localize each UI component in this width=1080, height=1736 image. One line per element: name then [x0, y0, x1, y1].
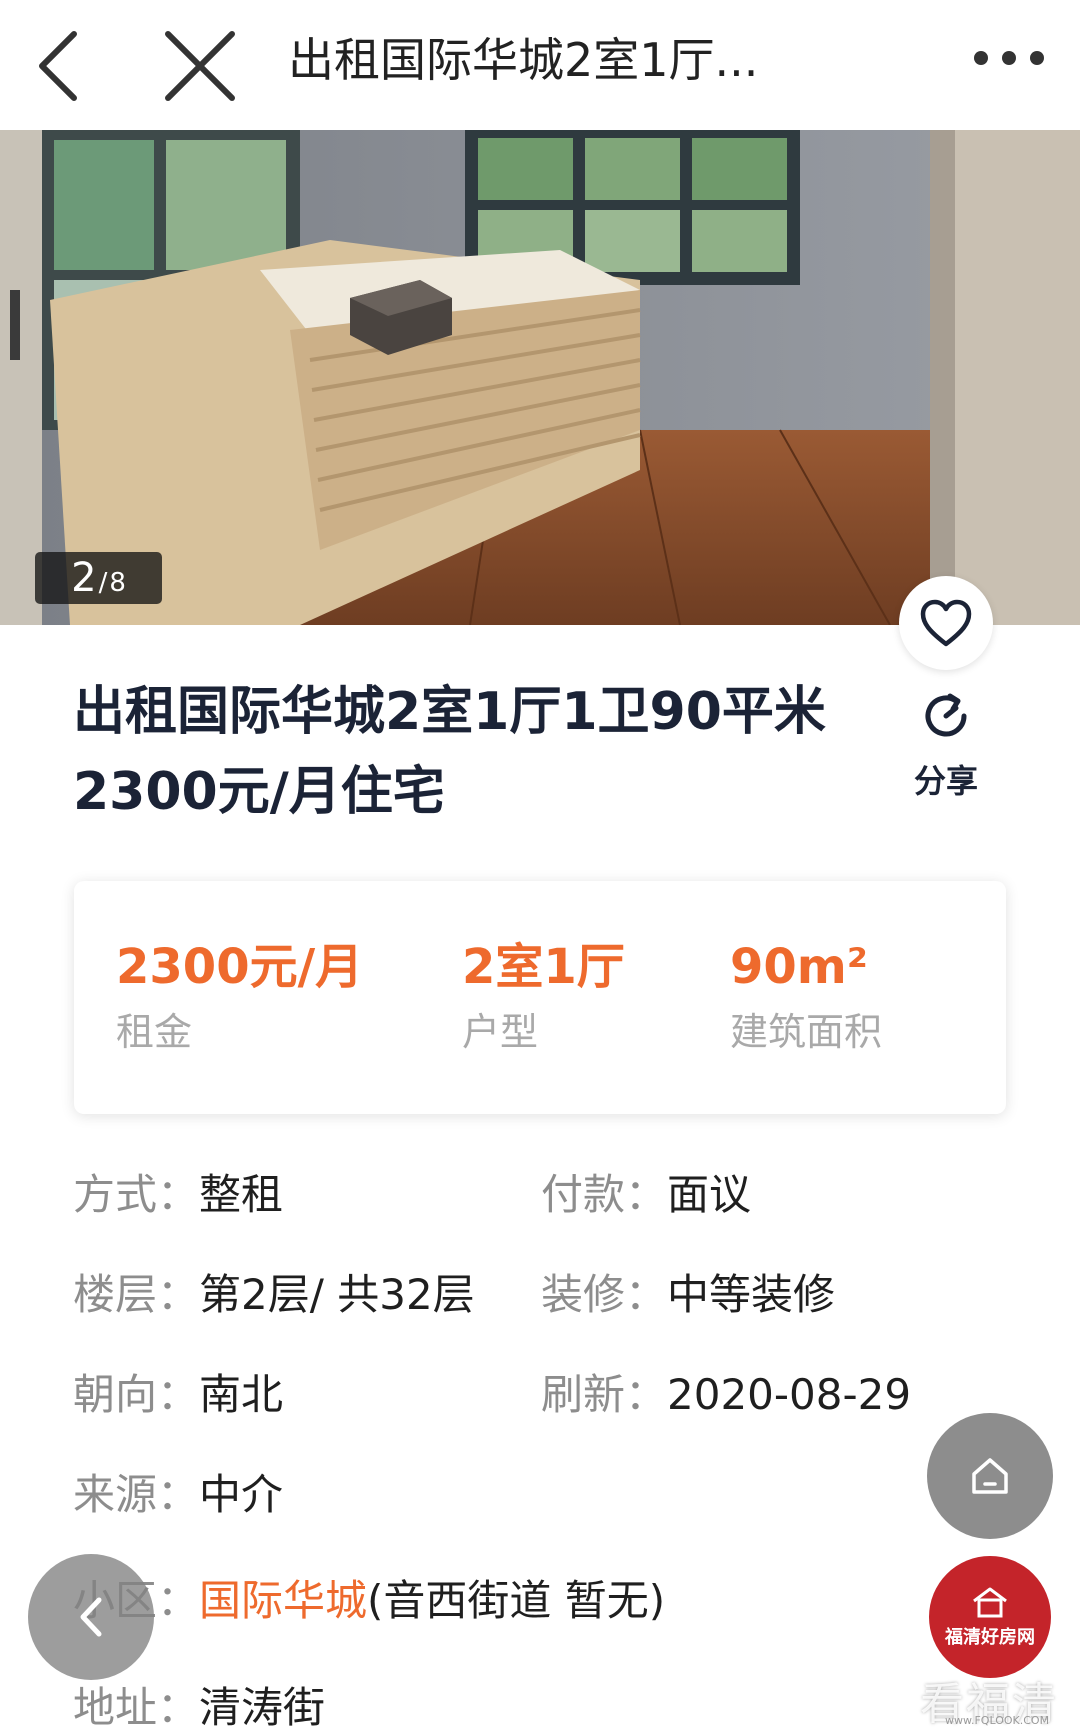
community-link[interactable]: 国际华城 [199, 1576, 367, 1625]
detail-value: 面议 [667, 1170, 752, 1219]
layout-label: 户型 [462, 1010, 539, 1054]
watermark-url: www.FQLOOK.COM [945, 1714, 1050, 1727]
detail-decoration: 装修：中等装修 [541, 1267, 835, 1323]
close-button[interactable] [148, 20, 238, 110]
detail-key: 装修： [541, 1270, 668, 1319]
detail-payment: 付款：面议 [541, 1167, 751, 1223]
detail-orientation: 朝向：南北 [73, 1367, 283, 1423]
home-icon [972, 1458, 1008, 1494]
detail-value: 南北 [199, 1370, 284, 1419]
detail-key: 来源： [73, 1470, 200, 1519]
area-value: 90m² [730, 939, 868, 995]
listing-photo[interactable] [0, 130, 1080, 625]
detail-key: 地址： [73, 1683, 200, 1732]
detail-floor: 楼层：第2层/ 共32层 [73, 1267, 475, 1323]
share-label: 分享 [913, 762, 978, 800]
listing-title: 出租国际华城2室1厅1卫90平米 2300元/月住宅 [73, 672, 893, 832]
detail-value: 第2层/ 共32层 [199, 1270, 475, 1319]
top-nav-bar: 出租国际华城2室1厅... [0, 0, 1080, 131]
community-extra: (音西街道 暂无) [367, 1576, 666, 1625]
bedroom-photo [0, 130, 1080, 625]
brand-logo-text: 福清好房网 [945, 1627, 1035, 1648]
close-icon [165, 31, 235, 101]
share-button[interactable]: 分享 [906, 688, 986, 802]
detail-value: 清涛街 [199, 1683, 326, 1732]
layout-value: 2室1厅 [462, 939, 625, 995]
area-label: 建筑面积 [730, 1010, 883, 1054]
more-menu-button[interactable] [964, 36, 1054, 80]
detail-key: 楼层： [73, 1270, 200, 1319]
more-dots-icon [974, 51, 1044, 65]
detail-community: 小区：国际华城(音西街道 暂无) [73, 1573, 665, 1629]
heart-icon [920, 599, 972, 647]
photo-counter-total: 8 [109, 568, 126, 598]
photo-counter: 2 / 8 [35, 552, 162, 604]
detail-address: 地址：清涛街 [73, 1680, 325, 1736]
detail-key: 刷新： [541, 1370, 668, 1419]
detail-refresh: 刷新：2020-08-29 [541, 1367, 911, 1423]
detail-key: 付款： [541, 1170, 668, 1219]
detail-value: 2020-08-29 [667, 1370, 912, 1419]
listing-title-line1: 出租国际华城2室1厅1卫90平米 [73, 682, 826, 742]
floating-back-button[interactable] [28, 1554, 154, 1680]
chevron-left-icon [80, 1597, 102, 1637]
rent-value: 2300元/月 [116, 939, 364, 995]
key-stats-card: 2300元/月 租金 2室1厅 户型 90m² 建筑面积 [74, 881, 1006, 1114]
share-icon [925, 693, 967, 737]
listing-title-line2: 2300元/月住宅 [73, 762, 445, 822]
detail-value: 中介 [199, 1470, 284, 1519]
back-button[interactable] [18, 20, 108, 110]
chevron-left-icon [39, 31, 77, 101]
page-title: 出租国际华城2室1厅... [288, 33, 759, 87]
detail-key: 方式： [73, 1170, 200, 1219]
stat-layout: 2室1厅 户型 [462, 939, 625, 1057]
stat-rent: 2300元/月 租金 [116, 939, 363, 1057]
home-button[interactable] [927, 1413, 1053, 1539]
stat-area: 90m² 建筑面积 [730, 939, 882, 1057]
detail-key: 朝向： [73, 1370, 200, 1419]
house-logo-icon [973, 1587, 1007, 1618]
brand-logo[interactable]: 福清好房网 [929, 1556, 1051, 1678]
detail-mode: 方式：整租 [73, 1167, 283, 1223]
detail-source: 来源：中介 [73, 1467, 283, 1523]
favorite-button[interactable] [899, 576, 993, 670]
photo-counter-separator: / [98, 568, 108, 598]
rent-label: 租金 [116, 1010, 193, 1054]
detail-value: 整租 [199, 1170, 284, 1219]
detail-value: 中等装修 [667, 1270, 836, 1319]
photo-counter-current: 2 [71, 555, 97, 601]
